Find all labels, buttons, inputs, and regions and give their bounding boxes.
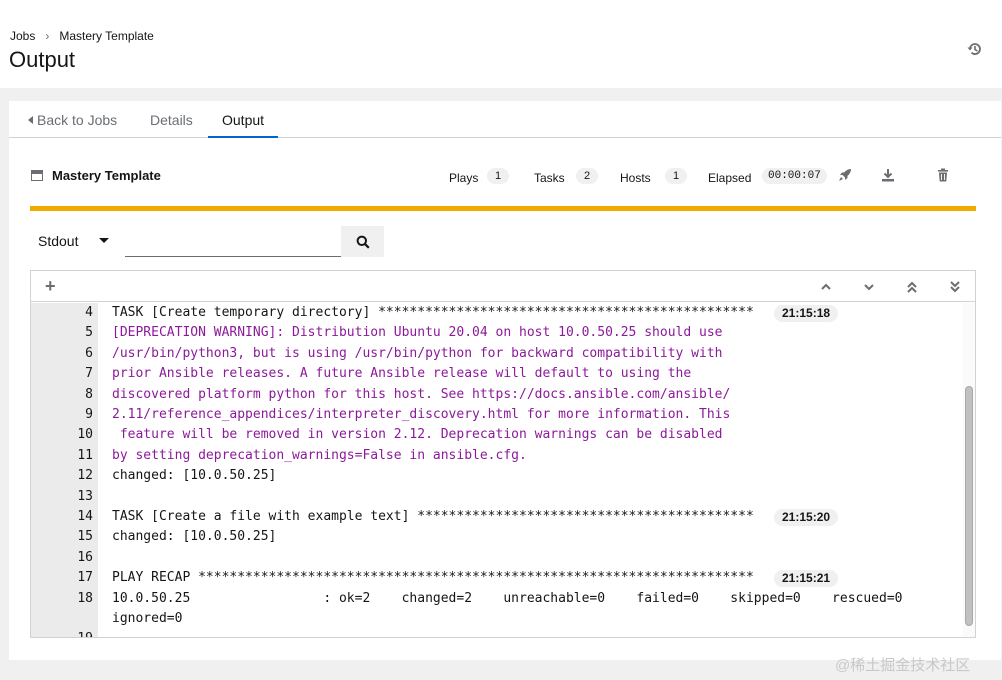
output-line: 15 changed: [10.0.50.25] [31,527,961,547]
job-template-icon [31,170,43,181]
breadcrumb-template: Mastery Template [59,29,154,43]
output-line: 18 10.0.50.25 : ok=2 changed=2 unreachabl… [31,589,961,609]
line-text: PLAY RECAP *****************************… [112,570,754,586]
double-chevron-down-icon[interactable] [948,280,962,294]
hosts-label: Hosts [620,171,651,185]
line-number: 16 [77,549,93,565]
tab-output[interactable]: Output [208,112,279,138]
output-line: 4 TASK [Create temporary directory] *****… [31,303,961,323]
line-number: 12 [77,468,93,484]
chevron-down-icon[interactable] [862,280,876,294]
job-status-progress-bar [30,206,976,211]
plays-count-badge: 1 [487,168,510,184]
page-header: Jobs › Mastery Template Output [0,0,1002,88]
breadcrumb: Jobs › Mastery Template [10,29,154,43]
deprecation-warning-text: prior Ansible releases. A future Ansible… [112,366,692,382]
deprecation-warning-text: /usr/bin/python3, but is using /usr/bin/… [112,345,723,361]
caret-left-icon [28,116,33,124]
search-input[interactable] [125,227,341,257]
caret-down-icon [99,238,109,243]
deprecation-warning-text: 2.11/reference_appendices/interpreter_di… [112,407,731,422]
hosts-count-badge: 1 [665,168,688,184]
line-number: 6 [85,345,93,361]
output-line: 13 [31,487,961,507]
output-filter-value: Stdout [38,233,79,249]
deprecation-warning-text: discovered platform python for this host… [112,386,731,402]
trash-icon[interactable] [935,167,951,183]
tab-details[interactable]: Details [150,112,193,138]
output-line: 9 2.11/reference_appendices/interpreter_d… [31,405,961,425]
output-line: 7 prior Ansible releases. A future Ansibl… [31,364,961,384]
output-line: 8 discovered platform python for this hos… [31,385,961,405]
line-text: 10.0.50.25 : ok=2 changed=2 unreachable=… [112,590,903,606]
line-number: 17 [77,570,93,586]
tasks-label: Tasks [534,171,565,185]
double-chevron-up-icon[interactable] [905,280,919,294]
breadcrumb-jobs-link[interactable]: Jobs [10,29,35,43]
line-number: 10 [77,427,93,443]
line-text: ignored=0 [112,611,183,626]
scrollbar-thumb[interactable] [965,386,973,626]
page-title: Output [9,47,76,72]
line-text: TASK [Create a file with example text] *… [112,509,754,524]
tasks-count-badge: 2 [576,168,599,184]
job-name: Mastery Template [52,168,161,183]
line-number: 9 [85,407,93,422]
line-number: 18 [77,590,93,606]
output-line: 16 [31,548,961,568]
output-line: 17 PLAY RECAP ***************************… [31,568,961,588]
job-output-card: Back to Jobs Details Output Mastery Temp… [9,101,1001,660]
output-lines: 4 TASK [Create temporary directory] *****… [31,303,975,637]
deprecation-warning-text: by setting deprecation_warnings=False in… [112,447,527,463]
line-number: 7 [85,366,93,382]
line-number: 13 [77,488,93,504]
search-icon [356,235,370,249]
tab-back-to-jobs[interactable]: Back to Jobs [28,112,117,138]
history-icon[interactable] [966,40,984,58]
timestamp-badge: 21:15:20 [774,509,839,526]
job-header: Mastery Template Plays 1 Tasks 2 Hosts 1… [9,161,1001,191]
line-text: changed: [10.0.50.25] [112,529,277,545]
rocket-icon[interactable] [837,167,853,183]
line-text: changed: [10.0.50.25] [112,468,277,484]
deprecation-warning-text: [DEPRECATION WARNING]: Distribution Ubun… [112,325,723,341]
line-number: 11 [77,447,93,463]
output-panel: + 4 TASK [Create temporary directory] ***… [30,270,976,638]
elapsed-badge: 00:00:07 [762,168,827,184]
chevron-right-icon: › [45,29,50,43]
output-line: 6/usr/bin/python3, but is using /usr/bin… [31,344,961,364]
chevron-up-icon[interactable] [819,280,833,294]
watermark: @稀土掘金技术社区 [835,657,971,674]
output-line: 5 [DEPRECATION WARNING]: Distribution Ubu… [31,323,961,343]
tab-back-label: Back to Jobs [37,112,118,128]
line-number: 14 [77,509,93,524]
elapsed-label: Elapsed [708,171,752,185]
search-button[interactable] [341,226,384,257]
line-text: TASK [Create temporary directory] ******… [112,305,754,320]
download-icon[interactable] [880,167,896,183]
output-line: 14 TASK [Create a file with example text]… [31,507,961,527]
timestamp-badge: 21:15:21 [774,570,839,588]
output-line: 11 by setting deprecation_warnings=False … [31,446,961,466]
plays-label: Plays [449,171,479,185]
output-line: ignored=0 [31,609,961,629]
timestamp-badge: 21:15:18 [774,305,839,322]
plus-icon[interactable]: + [45,277,56,295]
output-line: 10 feature will be removed in version 2.… [31,425,961,445]
deprecation-warning-text: feature will be removed in version 2.12.… [112,427,723,443]
line-number: 8 [85,386,93,402]
line-number: 5 [85,325,93,341]
output-filter-select[interactable]: Stdout [30,225,124,257]
tab-bar: Back to Jobs Details Output [9,101,1001,138]
output-line: 19 [31,629,961,637]
output-line: 12 changed: [10.0.50.25] [31,466,961,486]
line-number: 19 [31,631,93,637]
line-number: 15 [77,529,93,545]
output-toolbar: + [31,271,975,302]
line-number: 4 [85,305,93,320]
output-scrollbar[interactable] [963,303,975,637]
